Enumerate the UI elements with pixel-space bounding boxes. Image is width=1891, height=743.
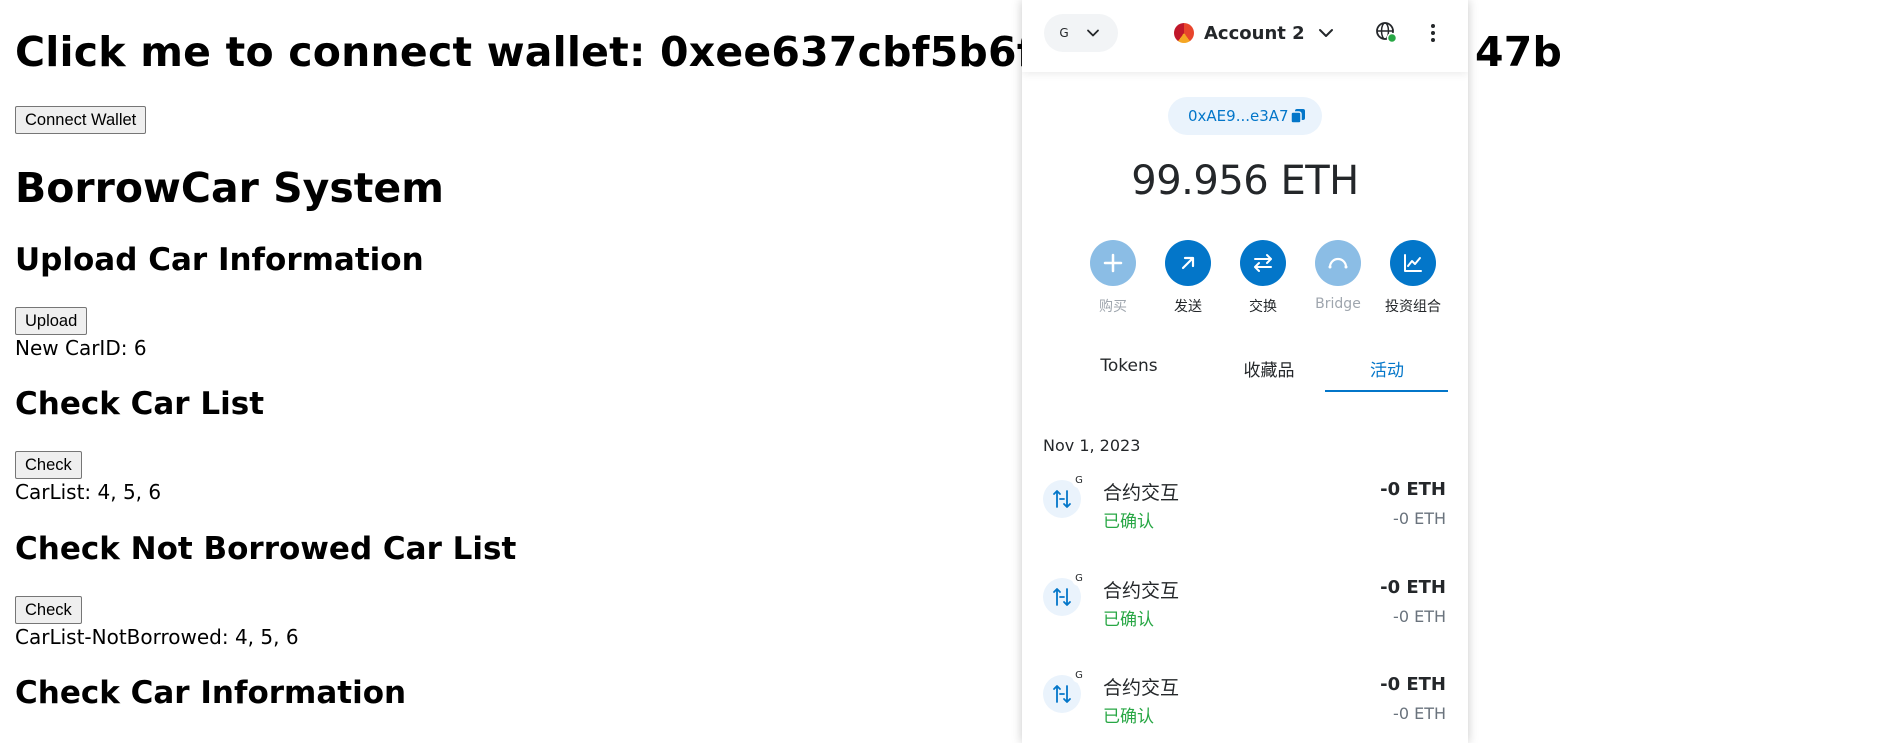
bridge-label: Bridge bbox=[1315, 296, 1361, 312]
tx-title: 合约交互 bbox=[1103, 482, 1180, 504]
tab-tokens[interactable]: Tokens bbox=[1084, 356, 1174, 376]
new-car-id-text: New CarID: 6 bbox=[15, 336, 147, 360]
connect-wallet-heading[interactable]: Click me to connect wallet: 0xee637cbf5b… bbox=[15, 28, 1192, 76]
tx-amount-fiat: -0 ETH bbox=[1393, 704, 1446, 723]
account-selector[interactable]: Account 2 bbox=[1174, 18, 1335, 48]
address-copy-button[interactable]: 0xAE9...e3A7 bbox=[1168, 97, 1322, 135]
tx-amount-fiat: -0 ETH bbox=[1393, 509, 1446, 528]
balance-display: 99.956 ETH bbox=[1131, 158, 1359, 204]
plus-icon bbox=[1090, 240, 1136, 286]
network-label: G bbox=[1059, 26, 1069, 40]
car-list-text: CarList: 4, 5, 6 bbox=[15, 480, 162, 504]
send-label: 发送 bbox=[1174, 299, 1202, 315]
active-tab-indicator bbox=[1325, 390, 1448, 392]
tab-activity[interactable]: 活动 bbox=[1342, 356, 1432, 381]
activity-list-item[interactable]: G 合约交互 已确认 -0 ETH -0 ETH bbox=[1022, 474, 1468, 548]
not-borrowed-list-text: CarList-NotBorrowed: 4, 5, 6 bbox=[15, 625, 299, 649]
network-badge: G bbox=[1072, 474, 1086, 488]
wallet-header: G Account 2 bbox=[1022, 0, 1468, 72]
network-badge: G bbox=[1072, 572, 1086, 586]
copy-icon bbox=[1290, 109, 1305, 124]
activity-date: Nov 1, 2023 bbox=[1043, 436, 1141, 455]
chevron-down-icon bbox=[1318, 29, 1333, 37]
tx-amount: -0 ETH bbox=[1380, 577, 1446, 598]
car-info-heading: Check Car Information bbox=[15, 675, 407, 711]
connect-wallet-heading-tail[interactable]: 47b bbox=[1475, 28, 1562, 76]
account-avatar bbox=[1174, 23, 1194, 43]
tx-amount-fiat: -0 ETH bbox=[1393, 607, 1446, 626]
not-borrowed-heading: Check Not Borrowed Car List bbox=[15, 531, 517, 567]
page-title: BorrowCar System bbox=[15, 164, 444, 212]
portfolio-chart-icon bbox=[1390, 240, 1436, 286]
network-selector[interactable]: G bbox=[1044, 14, 1118, 52]
portfolio-action[interactable]: 投资组合 bbox=[1373, 240, 1453, 316]
tx-title: 合约交互 bbox=[1103, 580, 1180, 602]
check-not-borrowed-button[interactable]: Check bbox=[15, 596, 82, 624]
connect-wallet-button[interactable]: Connect Wallet bbox=[15, 106, 147, 134]
send-action[interactable]: 发送 bbox=[1148, 240, 1228, 316]
activity-list-item[interactable]: G 合约交互 已确认 -0 ETH -0 ETH bbox=[1022, 572, 1468, 646]
tab-collectibles[interactable]: 收藏品 bbox=[1224, 356, 1314, 381]
tx-amount: -0 ETH bbox=[1380, 674, 1446, 695]
tx-status: 已确认 bbox=[1103, 707, 1154, 727]
swap-label: 交换 bbox=[1249, 299, 1277, 315]
tx-title: 合约交互 bbox=[1103, 677, 1180, 699]
account-address: 0xAE9...e3A7 bbox=[1188, 107, 1289, 125]
more-options-icon[interactable] bbox=[1429, 22, 1437, 44]
chevron-down-icon bbox=[1087, 29, 1099, 37]
account-name: Account 2 bbox=[1204, 22, 1305, 44]
tx-status: 已确认 bbox=[1103, 610, 1154, 630]
bridge-action[interactable]: Bridge bbox=[1298, 240, 1378, 312]
buy-action[interactable]: 购买 bbox=[1073, 240, 1153, 316]
bridge-icon bbox=[1315, 240, 1361, 286]
portfolio-label: 投资组合 bbox=[1385, 299, 1441, 315]
activity-list-item[interactable]: G 合约交互 已确认 -0 ETH -0 ETH bbox=[1022, 669, 1468, 743]
tx-status: 已确认 bbox=[1103, 512, 1154, 532]
upload-section-heading: Upload Car Information bbox=[15, 242, 424, 278]
wallet-popup: G Account 2 0xAE9...e3A7 99.956 ETH 购买 发… bbox=[1022, 0, 1468, 743]
check-car-list-button[interactable]: Check bbox=[15, 451, 82, 479]
network-badge: G bbox=[1072, 669, 1086, 683]
swap-icon bbox=[1240, 240, 1286, 286]
buy-label: 购买 bbox=[1099, 299, 1127, 315]
tx-amount: -0 ETH bbox=[1380, 479, 1446, 500]
send-arrow-icon bbox=[1165, 240, 1211, 286]
connected-sites-icon[interactable] bbox=[1374, 20, 1400, 46]
swap-action[interactable]: 交换 bbox=[1223, 240, 1303, 316]
check-car-list-heading: Check Car List bbox=[15, 386, 265, 422]
upload-button[interactable]: Upload bbox=[15, 307, 88, 335]
